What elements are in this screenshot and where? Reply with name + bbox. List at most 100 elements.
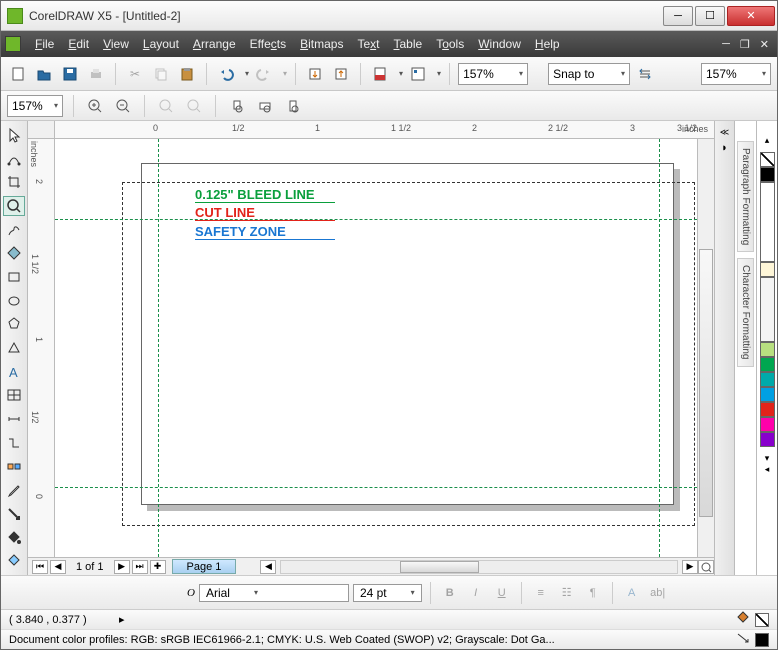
paragraph-formatting-tab[interactable]: Paragraph Formatting [737, 141, 754, 252]
swatch-lime[interactable] [760, 342, 775, 357]
scroll-right-button[interactable]: ▶ [682, 560, 698, 574]
menu-window[interactable]: Window [472, 35, 527, 53]
outline-tool[interactable] [3, 504, 25, 524]
page-tab[interactable]: Page 1 [172, 559, 237, 574]
swatch-magenta[interactable] [760, 417, 775, 432]
rectangle-tool[interactable] [3, 267, 25, 287]
menu-text[interactable]: Text [351, 35, 385, 53]
export-button[interactable] [330, 63, 352, 85]
palette-scroll-down-icon[interactable]: ▾ [765, 453, 770, 464]
scrollbar-thumb[interactable] [400, 561, 479, 573]
open-button[interactable] [33, 63, 55, 85]
eyedropper-tool[interactable] [3, 480, 25, 500]
char-format-button[interactable]: A [621, 582, 643, 604]
safety-zone-label[interactable]: SAFETY ZONE [195, 224, 335, 240]
publish-pdf-button[interactable] [369, 63, 391, 85]
interactive-tool[interactable] [3, 457, 25, 477]
outline-pen-icon[interactable] [735, 631, 751, 648]
horizontal-scrollbar[interactable] [280, 560, 678, 574]
menu-table[interactable]: Table [388, 35, 429, 53]
horizontal-ruler[interactable]: 0 1/2 1 1 1/2 2 2 1/2 3 3 1/2 inches [55, 121, 714, 139]
menu-effects[interactable]: Effects [244, 35, 292, 53]
swatch-cyan[interactable] [760, 387, 775, 402]
swatch-green[interactable] [760, 357, 775, 372]
app-menu-icon[interactable] [5, 36, 21, 52]
zoom-page-height-button[interactable] [282, 95, 304, 117]
app-launcher-button[interactable] [407, 63, 429, 85]
swatch-none[interactable] [760, 152, 775, 167]
dropcap-button[interactable]: ¶ [582, 582, 604, 604]
minimize-button[interactable]: ─ [663, 6, 693, 26]
ellipse-tool[interactable] [3, 291, 25, 311]
menu-tools[interactable]: Tools [430, 35, 470, 53]
align-button[interactable]: ≡ [530, 582, 552, 604]
palette-flyout-icon[interactable]: ◂ [765, 464, 770, 475]
title-bar[interactable]: CorelDRAW X5 - [Untitled-2] ─ ☐ ✕ [1, 1, 777, 31]
snap-to-combo[interactable]: Snap to ▾ [548, 63, 630, 85]
vertical-guide[interactable] [158, 139, 159, 557]
cut-line-label[interactable]: CUT LINE [195, 205, 335, 221]
publish-dropdown-icon[interactable]: ▾ [399, 69, 403, 78]
zoom-in-button[interactable] [84, 95, 106, 117]
cut-button[interactable]: ✂ [124, 63, 146, 85]
horizontal-guide[interactable] [55, 487, 697, 488]
zoom-level-right-combo[interactable]: 157% ▾ [701, 63, 771, 85]
save-button[interactable] [59, 63, 81, 85]
swatch-red[interactable] [760, 402, 775, 417]
horizontal-guide[interactable] [55, 219, 697, 220]
zoom-out-button[interactable] [112, 95, 134, 117]
bold-button[interactable]: B [439, 582, 461, 604]
character-formatting-tab[interactable]: Character Formatting [737, 258, 754, 366]
vertical-ruler[interactable]: 2 1 1/2 1 1/2 0 inches [28, 139, 55, 557]
bleed-line-label[interactable]: 0.125" BLEED LINE [195, 187, 335, 203]
dimension-tool[interactable] [3, 409, 25, 429]
paste-button[interactable] [176, 63, 198, 85]
prev-page-button[interactable]: ◀ [50, 560, 66, 574]
text-tool[interactable]: A [3, 362, 25, 382]
add-page-button[interactable]: ✚ [150, 560, 166, 574]
import-button[interactable] [304, 63, 326, 85]
menu-help[interactable]: Help [529, 35, 566, 53]
mdi-close-button[interactable]: ✕ [756, 38, 773, 51]
scroll-left-button[interactable]: ◀ [260, 560, 276, 574]
italic-button[interactable]: I [465, 582, 487, 604]
font-size-combo[interactable]: 24 pt ▾ [353, 584, 422, 602]
drawing-canvas[interactable]: 0.125" BLEED LINE CUT LINE SAFETY ZONE [55, 139, 697, 557]
options-button[interactable] [634, 63, 656, 85]
close-button[interactable]: ✕ [727, 6, 775, 26]
polygon-tool[interactable] [3, 315, 25, 335]
zoom-all-objects-button[interactable] [183, 95, 205, 117]
next-page-button[interactable]: ▶ [114, 560, 130, 574]
edit-text-button[interactable]: ab| [647, 582, 669, 604]
zoom-selection-button[interactable] [155, 95, 177, 117]
table-tool[interactable] [3, 386, 25, 406]
swatch-purple[interactable] [760, 432, 775, 447]
fill-none-swatch[interactable] [755, 613, 769, 627]
fill-indicator-icon[interactable] [735, 611, 751, 628]
zoom-tool[interactable] [3, 196, 25, 216]
menu-arrange[interactable]: Arrange [187, 35, 242, 53]
redo-button[interactable] [253, 63, 275, 85]
app-launcher-dropdown-icon[interactable]: ▾ [437, 69, 441, 78]
menu-file[interactable]: File [29, 35, 60, 53]
interactive-fill-tool[interactable] [3, 551, 25, 571]
swatch-teal[interactable] [760, 372, 775, 387]
menu-layout[interactable]: Layout [137, 35, 185, 53]
undo-dropdown-icon[interactable]: ▾ [245, 69, 249, 78]
underline-button[interactable]: U [491, 582, 513, 604]
connector-tool[interactable] [3, 433, 25, 453]
vertical-guide[interactable] [659, 139, 660, 557]
menu-edit[interactable]: Edit [62, 35, 95, 53]
first-page-button[interactable]: ⏮ [32, 560, 48, 574]
new-button[interactable] [7, 63, 29, 85]
swatch-cream[interactable] [760, 262, 775, 277]
last-page-button[interactable]: ⏭ [132, 560, 148, 574]
maximize-button[interactable]: ☐ [695, 6, 725, 26]
zoom-page-button[interactable] [226, 95, 248, 117]
redo-dropdown-icon[interactable]: ▾ [283, 69, 287, 78]
bullets-button[interactable]: ☷ [556, 582, 578, 604]
palette-scroll-up-icon[interactable]: ▴ [765, 135, 770, 146]
copy-button[interactable] [150, 63, 172, 85]
scrollbar-thumb[interactable] [699, 249, 713, 517]
mdi-minimize-button[interactable]: ─ [718, 38, 734, 50]
